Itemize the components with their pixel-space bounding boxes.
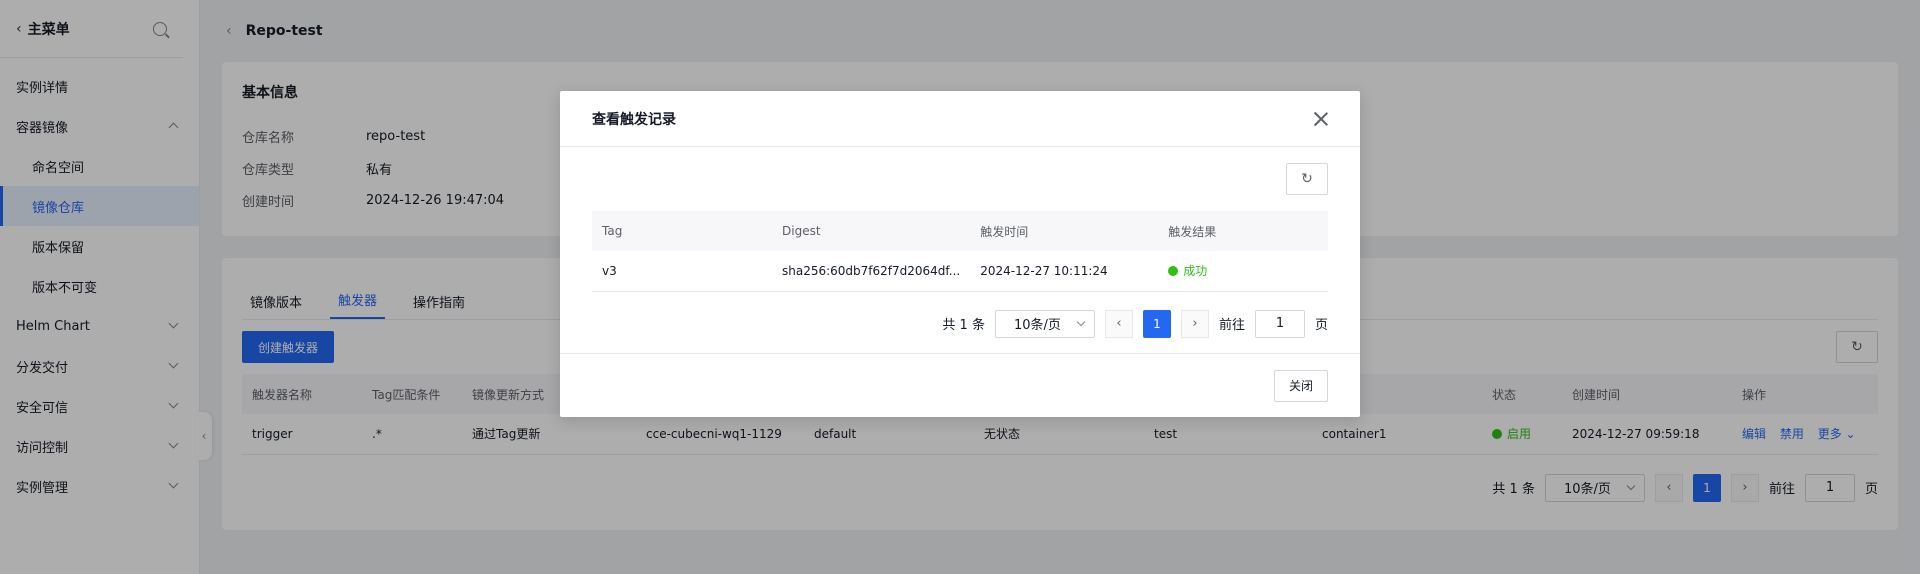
- modal-title: 查看触发记录: [592, 111, 676, 128]
- page-number[interactable]: 1: [1142, 309, 1171, 338]
- page-suffix: 页: [1314, 318, 1328, 333]
- close-icon[interactable]: [1314, 112, 1328, 126]
- refresh-icon: ↻: [1301, 171, 1313, 187]
- table-cell: v3: [592, 251, 772, 292]
- modal-refresh-button[interactable]: ↻: [1286, 163, 1328, 195]
- result-cell: 成功: [1158, 251, 1328, 292]
- column-header: Digest: [772, 211, 971, 251]
- goto-page-input[interactable]: 1: [1254, 309, 1305, 338]
- goto-label: 前往: [1218, 318, 1245, 333]
- close-button[interactable]: 关闭: [1273, 369, 1328, 402]
- prev-page-button[interactable]: ‹: [1104, 309, 1133, 338]
- chevron-right-icon: ›: [1192, 316, 1198, 331]
- modal-body: ↻ Tag Digest 触发时间 触发结果 v3 sha256:60db7f6…: [560, 147, 1360, 356]
- chevron-down-icon: [1076, 317, 1086, 327]
- trigger-record-modal: 查看触发记录 ↻ Tag Digest 触发时间 触发结果 v3 sha256:…: [560, 91, 1360, 417]
- success-icon: [1168, 266, 1179, 277]
- modal-footer: 关闭: [560, 353, 1360, 417]
- trigger-record-table: Tag Digest 触发时间 触发结果 v3 sha256:60db7f62f…: [592, 211, 1328, 292]
- chevron-left-icon: ‹: [1116, 316, 1122, 331]
- total-count: 共 1 条: [942, 318, 985, 333]
- table-row: v3 sha256:60db7f62f7d2064df... 2024-12-2…: [592, 251, 1328, 292]
- next-page-button[interactable]: ›: [1180, 309, 1209, 338]
- column-header: 触发结果: [1158, 211, 1328, 251]
- modal-header: 查看触发记录: [560, 91, 1360, 147]
- status-badge: 成功: [1183, 264, 1208, 279]
- page-size-select[interactable]: 10条/页: [994, 309, 1095, 338]
- table-cell: sha256:60db7f62f7d2064df...: [772, 251, 971, 292]
- column-header: 触发时间: [970, 211, 1159, 251]
- table-cell: 2024-12-27 10:11:24: [970, 251, 1159, 292]
- column-header: Tag: [592, 211, 772, 251]
- modal-toolbar: ↻: [592, 163, 1328, 195]
- modal-pagination: 共 1 条 10条/页 ‹ 1 › 前往 1 页: [592, 292, 1328, 356]
